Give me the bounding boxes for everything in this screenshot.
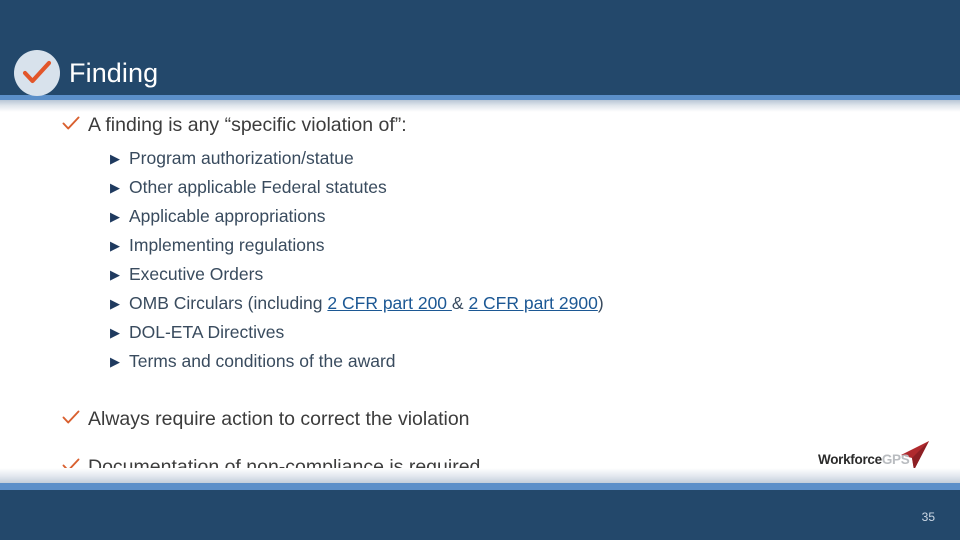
list-item-label: Terms and conditions of the award [129, 351, 396, 371]
list-item: ▶ Implementing regulations [0, 231, 960, 260]
link-2-cfr-part-200[interactable]: 2 CFR part 200 [327, 293, 452, 313]
list-item-label: Executive Orders [129, 264, 264, 284]
list-item: ▶ Terms and conditions of the award [0, 347, 960, 376]
check-bullet-icon [62, 410, 82, 430]
list-item-omb-circulars: ▶ OMB Circulars (including 2 CFR part 20… [0, 289, 960, 318]
page-title: Finding [69, 57, 159, 88]
triangle-bullet-icon: ▶ [110, 354, 120, 369]
triangle-bullet-icon: ▶ [110, 151, 120, 166]
logo-name-accent: GPS [881, 452, 910, 467]
footer-gradient-fade [0, 468, 960, 483]
triangle-bullet-icon: ▶ [110, 325, 120, 340]
triangle-bullet-icon: ▶ [110, 296, 120, 311]
list-item-label: OMB Circulars (including 2 CFR part 200 … [129, 289, 604, 318]
triangle-bullet-icon: ▶ [110, 209, 120, 224]
closing-bullet-1: Always require action to correct the vio… [0, 406, 960, 432]
title-row: Finding [0, 50, 158, 96]
slide-body: A finding is any “specific violation of”… [0, 112, 960, 478]
list-item: ▶ Other applicable Federal statutes [0, 173, 960, 202]
intro-bullet-label: A finding is any “specific violation of”… [88, 114, 407, 136]
omb-text-mid: & [451, 293, 469, 313]
page-number: 35 [921, 510, 935, 524]
triangle-bullet-icon: ▶ [110, 267, 120, 282]
list-item: ▶ Executive Orders [0, 260, 960, 289]
orange-check-icon [22, 60, 52, 84]
header-gradient-fade [0, 100, 960, 112]
list-item-label: Implementing regulations [129, 235, 325, 255]
footer-accent-stripe [0, 483, 960, 490]
list-item: ▶ Applicable appropriations [0, 202, 960, 231]
sub-bullet-list: ▶ Program authorization/statue ▶ Other a… [0, 144, 960, 376]
list-item-label: Other applicable Federal statutes [129, 177, 387, 197]
check-circle-icon [14, 50, 60, 96]
intro-bullet: A finding is any “specific violation of”… [0, 112, 960, 138]
check-bullet-icon [62, 116, 82, 136]
slide: Finding A finding is any “specific viola… [0, 0, 960, 540]
triangle-bullet-icon: ▶ [110, 238, 120, 253]
footer-bar [0, 490, 960, 540]
list-item-label: Program authorization/statue [129, 148, 354, 168]
closing-bullet-1-label: Always require action to correct the vio… [88, 408, 470, 430]
omb-text-suffix: ) [597, 293, 604, 313]
triangle-bullet-icon: ▶ [110, 180, 120, 195]
logo-name-main: Workforce [818, 452, 882, 467]
list-item: ▶ Program authorization/statue [0, 144, 960, 173]
link-2-cfr-part-2900[interactable]: 2 CFR part 2900 [468, 293, 597, 313]
list-item-label: Applicable appropriations [129, 206, 326, 226]
omb-text-prefix: OMB Circulars (including [129, 293, 328, 313]
list-item: ▶ DOL-ETA Directives [0, 318, 960, 347]
list-item-label: DOL-ETA Directives [129, 322, 285, 342]
logo-wordmark: WorkforceGPS [818, 452, 910, 467]
